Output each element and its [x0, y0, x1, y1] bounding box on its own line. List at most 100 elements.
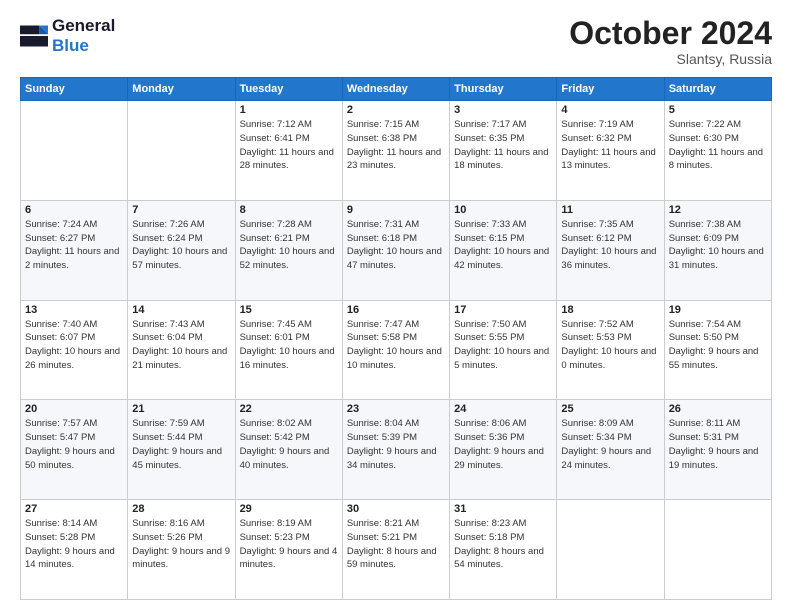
day-info: Sunrise: 7:26 AM Sunset: 6:24 PM Dayligh…: [132, 218, 230, 273]
day-number: 7: [132, 204, 230, 216]
logo-icon: [20, 22, 48, 50]
day-cell: 25 Sunrise: 8:09 AM Sunset: 5:34 PM Dayli…: [557, 400, 664, 500]
day-info: Sunrise: 7:17 AM Sunset: 6:35 PM Dayligh…: [454, 118, 552, 173]
day-cell: 2 Sunrise: 7:15 AM Sunset: 6:38 PM Daylig…: [342, 101, 449, 201]
day-info: Sunrise: 7:59 AM Sunset: 5:44 PM Dayligh…: [132, 417, 230, 472]
day-info: Sunrise: 7:52 AM Sunset: 5:53 PM Dayligh…: [561, 318, 659, 373]
col-saturday: Saturday: [664, 78, 771, 101]
day-number: 23: [347, 403, 445, 415]
col-tuesday: Tuesday: [235, 78, 342, 101]
col-friday: Friday: [557, 78, 664, 101]
week-row-3: 13Sunrise: 7:40 AM Sunset: 6:07 PM Dayli…: [21, 300, 772, 400]
col-thursday: Thursday: [450, 78, 557, 101]
day-info: Sunrise: 8:06 AM Sunset: 5:36 PM Dayligh…: [454, 417, 552, 472]
day-info: Sunrise: 8:19 AM Sunset: 5:23 PM Dayligh…: [240, 517, 338, 572]
day-info: Sunrise: 8:02 AM Sunset: 5:42 PM Dayligh…: [240, 417, 338, 472]
day-number: 4: [561, 104, 659, 116]
day-number: 28: [132, 503, 230, 515]
logo-line2: Blue: [52, 36, 115, 56]
day-number: 12: [669, 204, 767, 216]
day-number: 10: [454, 204, 552, 216]
logo-line1: General: [52, 16, 115, 36]
day-info: Sunrise: 7:12 AM Sunset: 6:41 PM Dayligh…: [240, 118, 338, 173]
day-number: 5: [669, 104, 767, 116]
day-info: Sunrise: 7:57 AM Sunset: 5:47 PM Dayligh…: [25, 417, 123, 472]
day-cell: 5Sunrise: 7:22 AM Sunset: 6:30 PM Daylig…: [664, 101, 771, 201]
day-cell: 19 Sunrise: 7:54 AM Sunset: 5:50 PM Dayli…: [664, 300, 771, 400]
day-cell: 17 Sunrise: 7:50 AM Sunset: 5:55 PM Dayli…: [450, 300, 557, 400]
day-info: Sunrise: 7:24 AM Sunset: 6:27 PM Dayligh…: [25, 218, 123, 273]
location-subtitle: Slantsy, Russia: [569, 51, 772, 67]
day-info: Sunrise: 8:11 AM Sunset: 5:31 PM Dayligh…: [669, 417, 767, 472]
calendar-table: Sunday Monday Tuesday Wednesday Thursday…: [20, 77, 772, 600]
day-info: Sunrise: 7:33 AM Sunset: 6:15 PM Dayligh…: [454, 218, 552, 273]
week-row-4: 20 Sunrise: 7:57 AM Sunset: 5:47 PM Dayli…: [21, 400, 772, 500]
day-cell: 4Sunrise: 7:19 AM Sunset: 6:32 PM Daylig…: [557, 101, 664, 201]
day-cell: 10 Sunrise: 7:33 AM Sunset: 6:15 PM Dayli…: [450, 200, 557, 300]
day-number: 17: [454, 304, 552, 316]
day-info: Sunrise: 8:16 AM Sunset: 5:26 PM Dayligh…: [132, 517, 230, 572]
week-row-1: 1 Sunrise: 7:12 AM Sunset: 6:41 PM Daylig…: [21, 101, 772, 201]
day-info: Sunrise: 7:43 AM Sunset: 6:04 PM Dayligh…: [132, 318, 230, 373]
day-cell: 18 Sunrise: 7:52 AM Sunset: 5:53 PM Dayli…: [557, 300, 664, 400]
day-number: 18: [561, 304, 659, 316]
day-cell: 8 Sunrise: 7:28 AM Sunset: 6:21 PM Daylig…: [235, 200, 342, 300]
week-row-2: 6 Sunrise: 7:24 AM Sunset: 6:27 PM Daylig…: [21, 200, 772, 300]
day-number: 6: [25, 204, 123, 216]
col-sunday: Sunday: [21, 78, 128, 101]
logo: General Blue: [20, 16, 115, 55]
day-info: Sunrise: 7:40 AM Sunset: 6:07 PM Dayligh…: [25, 318, 123, 373]
day-number: 11: [561, 204, 659, 216]
calendar-header-row: Sunday Monday Tuesday Wednesday Thursday…: [21, 78, 772, 101]
day-cell: 9 Sunrise: 7:31 AM Sunset: 6:18 PM Daylig…: [342, 200, 449, 300]
day-cell: 20 Sunrise: 7:57 AM Sunset: 5:47 PM Dayli…: [21, 400, 128, 500]
day-cell: 30Sunrise: 8:21 AM Sunset: 5:21 PM Dayli…: [342, 500, 449, 600]
day-number: 9: [347, 204, 445, 216]
day-number: 25: [561, 403, 659, 415]
day-number: 2: [347, 104, 445, 116]
day-info: Sunrise: 7:54 AM Sunset: 5:50 PM Dayligh…: [669, 318, 767, 373]
day-number: 14: [132, 304, 230, 316]
day-info: Sunrise: 7:15 AM Sunset: 6:38 PM Dayligh…: [347, 118, 445, 173]
day-number: 26: [669, 403, 767, 415]
day-number: 19: [669, 304, 767, 316]
day-cell: 7 Sunrise: 7:26 AM Sunset: 6:24 PM Daylig…: [128, 200, 235, 300]
day-number: 31: [454, 503, 552, 515]
day-cell: 21Sunrise: 7:59 AM Sunset: 5:44 PM Dayli…: [128, 400, 235, 500]
week-row-5: 27Sunrise: 8:14 AM Sunset: 5:28 PM Dayli…: [21, 500, 772, 600]
col-wednesday: Wednesday: [342, 78, 449, 101]
day-number: 22: [240, 403, 338, 415]
day-info: Sunrise: 8:14 AM Sunset: 5:28 PM Dayligh…: [25, 517, 123, 572]
day-number: 24: [454, 403, 552, 415]
day-number: 8: [240, 204, 338, 216]
day-cell: 6 Sunrise: 7:24 AM Sunset: 6:27 PM Daylig…: [21, 200, 128, 300]
day-info: Sunrise: 7:50 AM Sunset: 5:55 PM Dayligh…: [454, 318, 552, 373]
day-info: Sunrise: 8:09 AM Sunset: 5:34 PM Dayligh…: [561, 417, 659, 472]
day-cell: 14 Sunrise: 7:43 AM Sunset: 6:04 PM Dayli…: [128, 300, 235, 400]
day-cell: 26 Sunrise: 8:11 AM Sunset: 5:31 PM Dayli…: [664, 400, 771, 500]
day-cell: [557, 500, 664, 600]
day-cell: 22 Sunrise: 8:02 AM Sunset: 5:42 PM Dayli…: [235, 400, 342, 500]
day-number: 3: [454, 104, 552, 116]
day-cell: 31Sunrise: 8:23 AM Sunset: 5:18 PM Dayli…: [450, 500, 557, 600]
day-info: Sunrise: 7:31 AM Sunset: 6:18 PM Dayligh…: [347, 218, 445, 273]
day-number: 1: [240, 104, 338, 116]
day-number: 15: [240, 304, 338, 316]
day-number: 29: [240, 503, 338, 515]
day-info: Sunrise: 7:38 AM Sunset: 6:09 PM Dayligh…: [669, 218, 767, 273]
col-monday: Monday: [128, 78, 235, 101]
day-number: 20: [25, 403, 123, 415]
day-cell: 24 Sunrise: 8:06 AM Sunset: 5:36 PM Dayli…: [450, 400, 557, 500]
day-cell: 13Sunrise: 7:40 AM Sunset: 6:07 PM Dayli…: [21, 300, 128, 400]
day-cell: 28 Sunrise: 8:16 AM Sunset: 5:26 PM Dayli…: [128, 500, 235, 600]
day-number: 30: [347, 503, 445, 515]
page: General Blue October 2024 Slantsy, Russi…: [0, 0, 792, 612]
day-cell: 1 Sunrise: 7:12 AM Sunset: 6:41 PM Daylig…: [235, 101, 342, 201]
day-cell: [21, 101, 128, 201]
day-info: Sunrise: 7:28 AM Sunset: 6:21 PM Dayligh…: [240, 218, 338, 273]
day-cell: 16Sunrise: 7:47 AM Sunset: 5:58 PM Dayli…: [342, 300, 449, 400]
title-block: October 2024 Slantsy, Russia: [569, 16, 772, 67]
day-info: Sunrise: 7:35 AM Sunset: 6:12 PM Dayligh…: [561, 218, 659, 273]
day-info: Sunrise: 7:47 AM Sunset: 5:58 PM Dayligh…: [347, 318, 445, 373]
day-cell: 12 Sunrise: 7:38 AM Sunset: 6:09 PM Dayli…: [664, 200, 771, 300]
